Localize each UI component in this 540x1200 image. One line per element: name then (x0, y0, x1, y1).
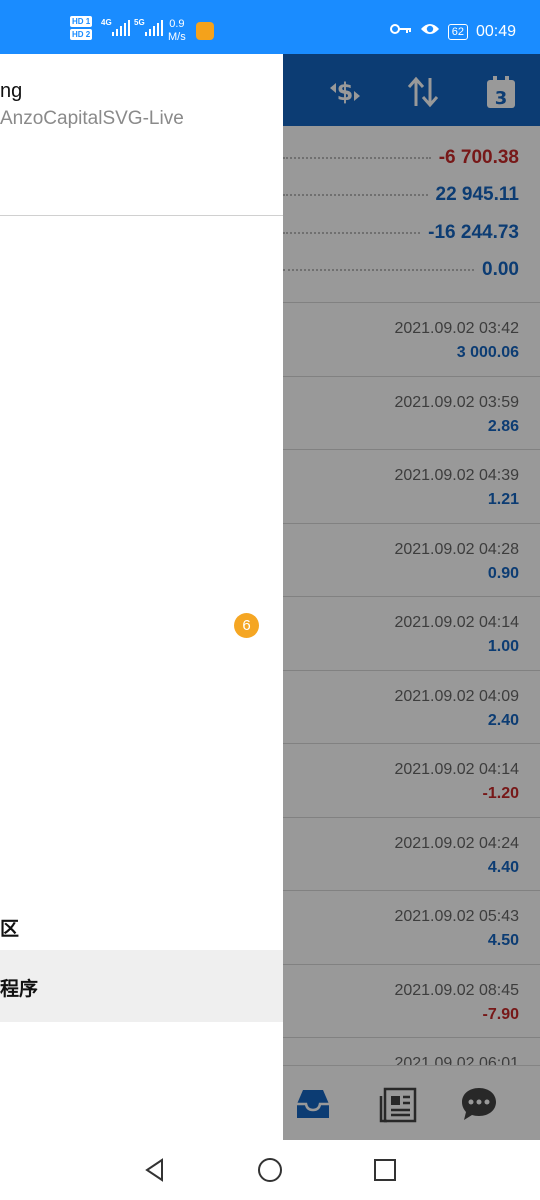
navigation-drawer: ng AnzoCapitalSVG-Live 6 区 程序 (0, 54, 283, 1140)
account-server[interactable]: AnzoCapitalSVG-Live (0, 108, 184, 130)
drawer-scrim[interactable] (283, 54, 540, 1140)
status-bar: HD 1 HD 2 4G 5G 0.9 M/s 62 00:49 (0, 0, 540, 54)
drawer-divider (0, 215, 283, 216)
key-icon (389, 22, 412, 41)
recents-icon[interactable] (372, 1157, 398, 1183)
notification-badge: 6 (234, 613, 259, 638)
status-right: 62 00:49 (389, 22, 516, 41)
account-name[interactable]: ng (0, 80, 22, 103)
speed-value: 0.9 (169, 18, 185, 30)
signal-icon-2 (145, 20, 163, 36)
net-label-2: 5G (134, 18, 145, 27)
hd2-label: HD 2 (70, 29, 93, 40)
drawer-item-label: 区 (0, 919, 20, 940)
hd1-label: HD 1 (70, 16, 93, 27)
drawer-item-label: 程序 (0, 979, 39, 1000)
net-label-1: 4G (101, 18, 112, 27)
network-speed: 0.9 M/s (168, 18, 186, 44)
battery-icon: 62 (447, 23, 468, 40)
clock: 00:49 (475, 22, 516, 40)
back-icon[interactable] (142, 1157, 168, 1183)
home-icon[interactable] (257, 1157, 283, 1183)
system-navigation-bar (0, 1140, 540, 1200)
app-notification-icon (196, 22, 214, 40)
eye-icon (420, 22, 440, 41)
speed-unit: M/s (168, 31, 186, 43)
drawer-item-applications[interactable]: 程序 (0, 950, 283, 1022)
signal-icon (112, 20, 130, 36)
sim-indicators: HD 1 HD 2 (70, 16, 93, 42)
